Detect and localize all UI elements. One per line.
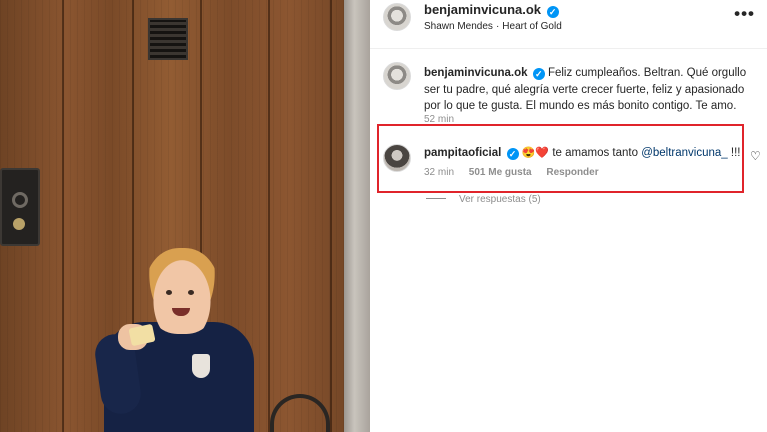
audio-separator: · (495, 21, 500, 32)
caption: benjaminvicuna.ok ✓ Feliz cumpleaños. Be… (424, 65, 760, 115)
door-plank-seam (330, 0, 332, 432)
audio-track[interactable]: Heart of Gold (502, 21, 561, 32)
comment-meta: 32 min 501 Me gusta Responder (424, 167, 611, 178)
comment-text: te amamos tanto (552, 147, 638, 159)
audio-artist[interactable]: Shawn Mendes (424, 21, 493, 32)
door-plank-seam (268, 0, 270, 432)
comment: pampitaoficial ✓ 😍❤️ te amamos tanto @be… (424, 146, 740, 160)
header-divider (370, 48, 767, 49)
door-plank-seam (62, 0, 64, 432)
caption-username[interactable]: benjaminvicuna.ok (424, 67, 528, 79)
view-replies-button[interactable]: Ver respuestas (5) (426, 194, 541, 205)
child-face (145, 248, 219, 334)
child-eye (188, 290, 194, 295)
post-photo[interactable] (0, 0, 370, 432)
knocker-knob (13, 218, 25, 230)
author-header[interactable]: benjaminvicuna.ok ✓ (424, 2, 559, 18)
view-replies-label[interactable]: Ver respuestas (5) (459, 194, 541, 205)
caption-avatar[interactable] (383, 62, 411, 90)
replies-line (426, 198, 446, 199)
commenter-username[interactable]: pampitaoficial (424, 147, 501, 159)
commenter-avatar[interactable] (383, 144, 411, 172)
post-side-panel: benjaminvicuna.ok ✓ Shawn Mendes · Heart o… (370, 0, 767, 432)
comment-likes[interactable]: 501 Me gusta (469, 167, 532, 178)
school-crest (192, 354, 210, 378)
author-avatar[interactable] (383, 3, 411, 31)
door-vent (148, 18, 188, 60)
more-options-icon[interactable]: ••• (734, 4, 755, 24)
child-eye (166, 290, 172, 295)
reply-button[interactable]: Responder (546, 167, 598, 178)
knocker-ring (12, 192, 28, 208)
comment-text-end: !!! (730, 147, 741, 159)
stone-wall (344, 0, 370, 432)
verified-badge-icon: ✓ (506, 148, 519, 160)
verified-badge-icon: ✓ (532, 68, 545, 80)
verified-badge-icon: ✓ (546, 6, 559, 18)
door-knocker (0, 168, 40, 246)
author-username[interactable]: benjaminvicuna.ok (424, 2, 541, 17)
audio-attribution[interactable]: Shawn Mendes · Heart of Gold (424, 21, 562, 32)
heart-outline-icon[interactable]: ♡ (750, 149, 761, 163)
comment-mention-link[interactable]: @beltranvicuna_ (641, 147, 727, 159)
comment-emojis: 😍❤️ (521, 147, 550, 159)
comment-timestamp[interactable]: 32 min (424, 167, 454, 178)
